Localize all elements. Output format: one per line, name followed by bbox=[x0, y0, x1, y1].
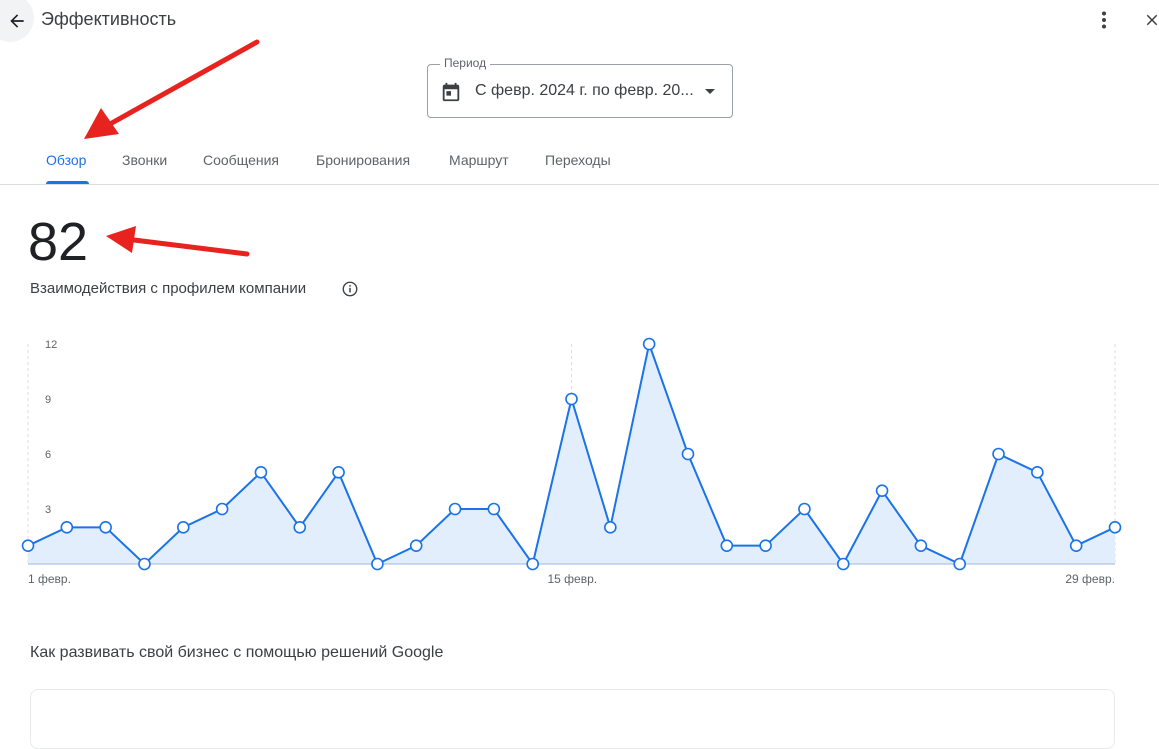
tab-directions[interactable]: Маршрут bbox=[449, 152, 509, 168]
data-point bbox=[1108, 521, 1122, 534]
data-point bbox=[565, 392, 578, 406]
data-point bbox=[992, 447, 1005, 461]
dropdown-arrow-icon bbox=[705, 89, 715, 94]
data-point bbox=[176, 521, 190, 534]
calendar-icon bbox=[442, 82, 460, 102]
data-point bbox=[604, 521, 617, 534]
data-point bbox=[720, 539, 734, 552]
recommendation-card[interactable] bbox=[30, 689, 1115, 749]
tab-bar: Обзор Звонки Сообщения Бронирования Марш… bbox=[0, 138, 1159, 185]
more-vert-icon bbox=[1102, 11, 1106, 29]
data-point bbox=[409, 539, 423, 552]
arrow-back-icon bbox=[10, 14, 24, 28]
data-point bbox=[681, 447, 695, 461]
y-tick-label: 6 bbox=[45, 449, 51, 461]
data-point bbox=[448, 502, 462, 516]
metric-value: 82 bbox=[28, 212, 89, 272]
data-point bbox=[914, 539, 928, 552]
period-value: С февр. 2024 г. по февр. 20... bbox=[475, 82, 694, 99]
data-point bbox=[1031, 466, 1044, 479]
data-point bbox=[99, 521, 112, 534]
data-point bbox=[798, 502, 811, 516]
data-point bbox=[759, 539, 772, 552]
metric-label: Взаимодействия с профилем компании bbox=[30, 280, 307, 297]
data-point bbox=[526, 557, 539, 571]
interactions-chart: 3 6 9 12 1 февр. 15 февр. 29 февр. bbox=[21, 337, 1122, 586]
info-icon[interactable] bbox=[341, 280, 359, 298]
tab-clicks[interactable]: Переходы bbox=[545, 152, 611, 168]
y-tick-label: 12 bbox=[45, 339, 57, 351]
tab-messages[interactable]: Сообщения bbox=[203, 152, 279, 168]
x-tick-label: 15 февр. bbox=[548, 572, 598, 586]
x-tick-label: 29 февр. bbox=[1065, 572, 1115, 586]
y-tick-label: 3 bbox=[45, 504, 51, 516]
data-point bbox=[487, 502, 501, 516]
data-point bbox=[1069, 539, 1083, 552]
active-tab-indicator bbox=[46, 181, 89, 184]
close-icon bbox=[1146, 14, 1158, 26]
data-point bbox=[60, 521, 74, 534]
data-point bbox=[215, 502, 229, 516]
data-point bbox=[138, 557, 151, 571]
top-bar: Эффективность bbox=[0, 0, 1159, 42]
more-options-button[interactable] bbox=[1090, 6, 1118, 34]
data-point bbox=[332, 466, 345, 479]
data-point bbox=[836, 557, 850, 571]
data-point bbox=[293, 521, 307, 534]
period-select[interactable]: Период С февр. 2024 г. по февр. 20... bbox=[427, 56, 733, 118]
x-tick-label: 1 февр. bbox=[28, 572, 71, 586]
section-title: Как развивать свой бизнес с помощью реше… bbox=[30, 644, 444, 661]
page-title: Эффективность bbox=[41, 9, 177, 29]
series-area bbox=[28, 344, 1115, 564]
tab-overview[interactable]: Обзор bbox=[46, 152, 86, 168]
data-point bbox=[254, 466, 268, 479]
tab-calls[interactable]: Звонки bbox=[122, 152, 167, 168]
y-tick-label: 9 bbox=[45, 394, 51, 406]
data-point bbox=[642, 337, 656, 351]
data-point bbox=[953, 557, 967, 571]
data-point bbox=[371, 557, 384, 571]
annotation-arrow-tab bbox=[84, 39, 260, 139]
back-button[interactable] bbox=[0, 0, 34, 42]
period-label: Период bbox=[440, 56, 491, 70]
annotation-arrow-metric bbox=[106, 226, 250, 257]
tab-bookings[interactable]: Бронирования bbox=[316, 152, 410, 168]
data-point bbox=[875, 484, 889, 497]
close-button[interactable] bbox=[1138, 6, 1159, 34]
data-point bbox=[21, 539, 35, 552]
